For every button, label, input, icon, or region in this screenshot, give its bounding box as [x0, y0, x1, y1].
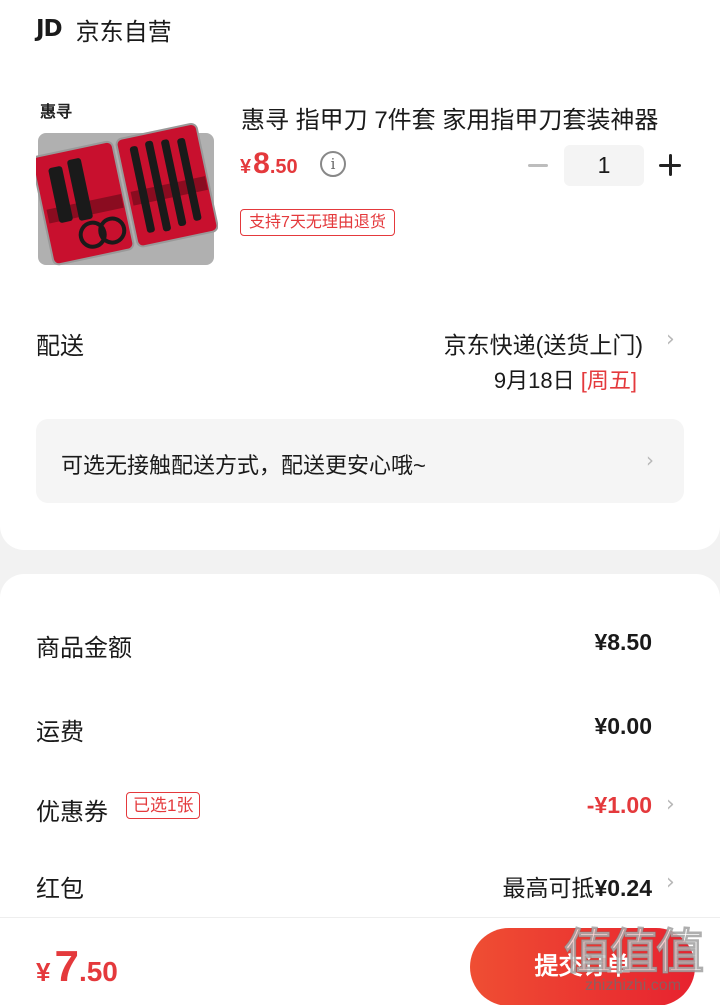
goods-amount-value: ¥8.50 — [594, 629, 652, 655]
shipping-method[interactable]: 京东快递(送货上门) — [444, 326, 643, 360]
delivery-date: 9月18日 — [493, 368, 575, 393]
coupon-label: 优惠券 — [36, 799, 108, 826]
total-currency: ¥ — [36, 957, 51, 987]
delivery-weekday: [周五] — [580, 368, 637, 393]
contactless-delivery-option[interactable]: 可选无接触配送方式，配送更安心哦~ › — [36, 419, 684, 503]
product-price: ¥ 8 .50 — [240, 147, 298, 181]
return-policy-badge: 支持7天无理由退货 — [240, 209, 395, 236]
shipping-chevron-icon[interactable]: › — [666, 327, 675, 352]
shop-header: JD 京东自营 — [36, 12, 172, 46]
minus-icon — [528, 163, 548, 167]
hongbao-value[interactable]: 最高可抵¥0.24 — [502, 869, 652, 903]
goods-amount-label: 商品金额 — [36, 635, 132, 662]
quantity-increase-button[interactable] — [652, 147, 688, 183]
coupon-value[interactable]: -¥1.00 — [587, 792, 652, 819]
price-integer: 8 — [253, 147, 270, 180]
shipping-label: 配送 — [36, 333, 84, 360]
watermark: 值值值 zhizhizhi.com — [558, 925, 708, 995]
thumbnail-brand: 惠寻 — [40, 102, 72, 121]
price-decimal: .50 — [269, 156, 298, 178]
watermark-logo: 值值值 — [563, 926, 704, 980]
info-icon[interactable]: i — [320, 151, 346, 177]
shop-name: 京东自营 — [75, 18, 172, 46]
product-title[interactable]: 惠寻 指甲刀 7件套 家用指甲刀套装神器 — [241, 100, 681, 135]
total-integer: 7 — [54, 942, 79, 991]
freight-value: ¥0.00 — [594, 713, 652, 739]
chevron-right-icon: › — [646, 448, 654, 472]
hongbao-amount: ¥0.24 — [594, 875, 652, 901]
quantity-field[interactable]: 1 — [564, 145, 644, 186]
jd-logo: JD — [36, 16, 63, 42]
product-thumbnail[interactable]: 惠寻 — [36, 95, 218, 267]
nail-clipper-set-image: 惠寻 — [36, 102, 218, 266]
hongbao-prefix: 最高可抵 — [502, 875, 595, 901]
freight-label: 运费 — [36, 719, 84, 746]
order-total: ¥ 7 .50 — [36, 942, 118, 992]
contactless-text: 可选无接触配送方式，配送更安心哦~ — [61, 453, 426, 478]
hongbao-chevron-icon[interactable]: › — [666, 870, 675, 895]
shipping-date: 9月18日 [周五] — [494, 363, 637, 395]
hongbao-label: 红包 — [36, 876, 84, 903]
coupon-chevron-icon[interactable]: › — [666, 792, 675, 817]
total-decimal: .50 — [78, 956, 118, 987]
quantity-decrease-button[interactable] — [520, 147, 556, 183]
coupon-selected-badge: 已选1张 — [126, 792, 201, 819]
price-currency: ¥ — [240, 156, 252, 178]
